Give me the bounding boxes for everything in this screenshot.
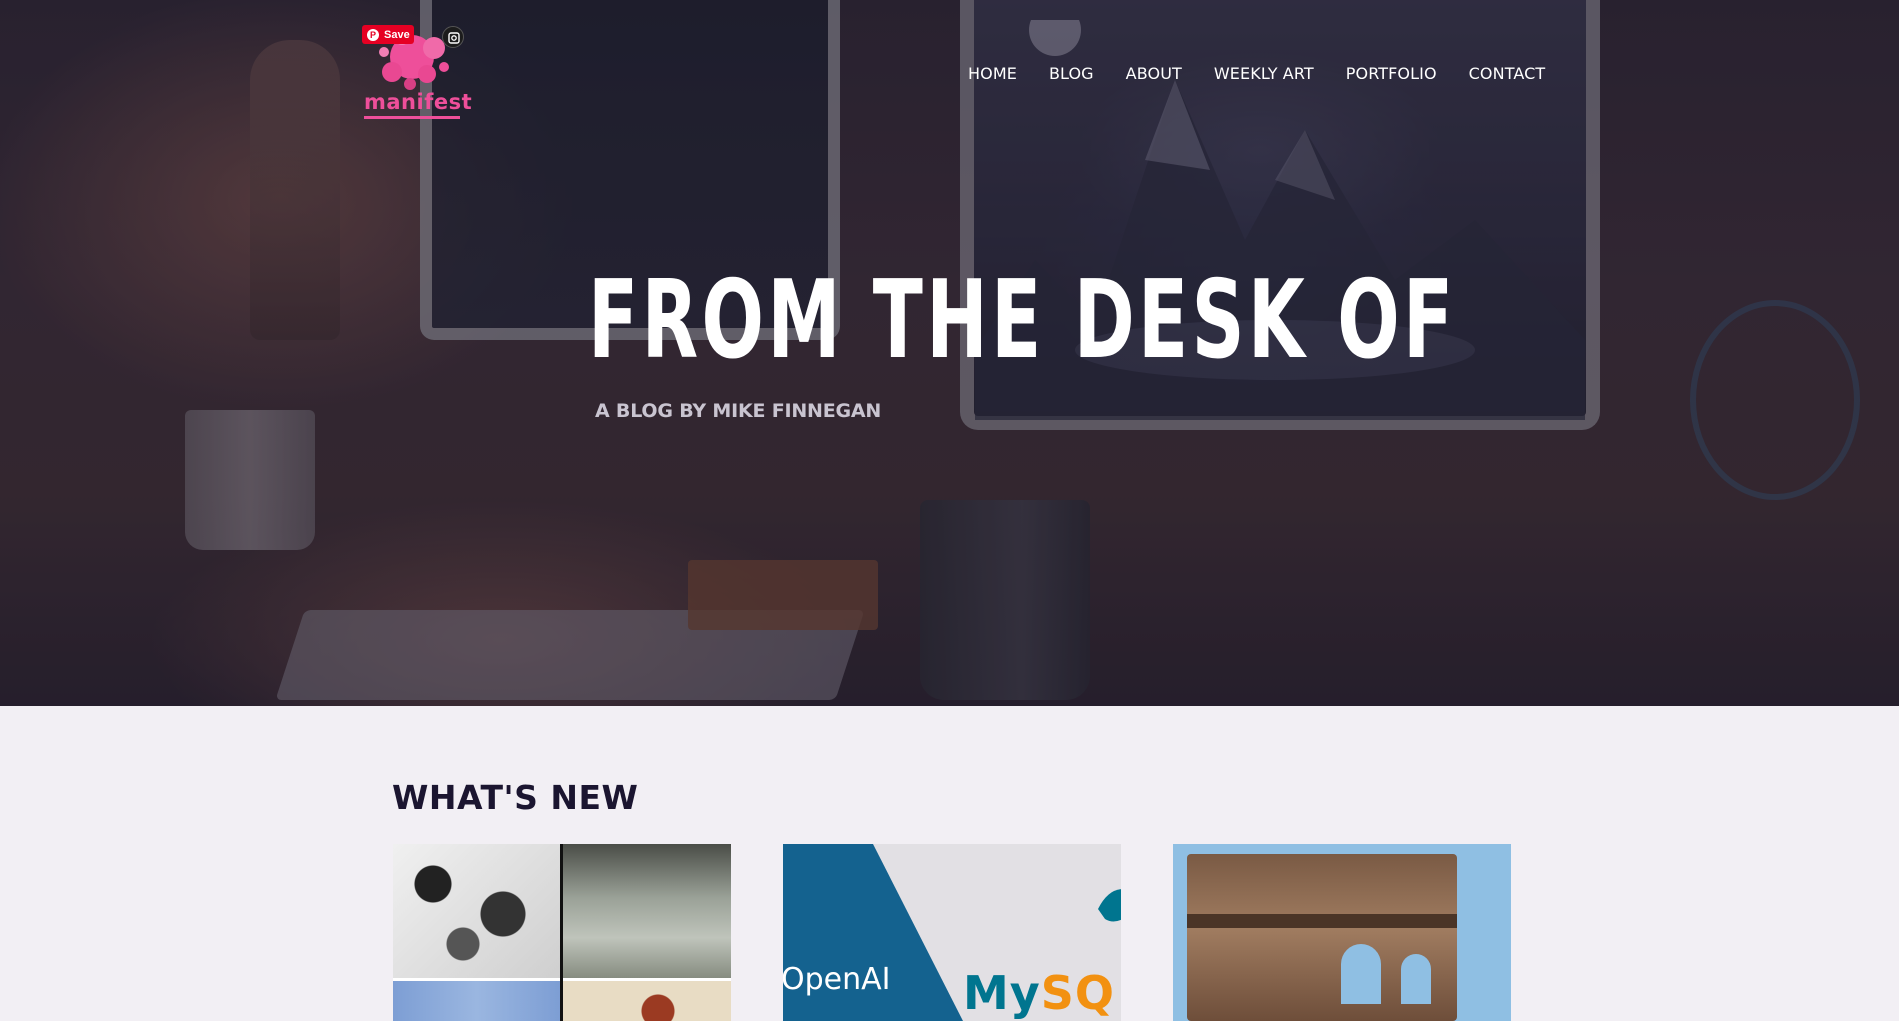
art-collage-image-4: [563, 981, 731, 1021]
mysql-logo-text: MySQ: [963, 966, 1115, 1020]
mysql-logo-sq: SQ: [1040, 966, 1115, 1020]
nav-contact[interactable]: CONTACT: [1469, 64, 1546, 83]
hero-title: FROM THE DESK OF: [588, 258, 1457, 383]
nav-about[interactable]: ABOUT: [1126, 64, 1182, 83]
pinterest-save-label: Save: [384, 28, 410, 41]
post-card-art[interactable]: [393, 844, 731, 1021]
logo-text[interactable]: manifest: [364, 90, 472, 114]
pinterest-save-button[interactable]: P Save: [362, 25, 414, 44]
pinterest-icon: P: [367, 28, 379, 41]
nav-blog[interactable]: BLOG: [1049, 64, 1094, 83]
post-card-openai-mysql[interactable]: OpenAI MySQ: [783, 844, 1121, 1021]
section-title-whats-new: WHAT'S NEW: [392, 778, 639, 817]
mysql-logo-my: My: [963, 966, 1041, 1020]
lens-icon: [448, 32, 460, 44]
art-collage-image-2: [563, 844, 731, 978]
nav-home[interactable]: HOME: [968, 64, 1017, 83]
collage-divider: [560, 844, 563, 1021]
hero-subtitle: A BLOG BY MIKE FINNEGAN: [595, 400, 882, 422]
wooden-stocks-hole-1: [1341, 944, 1381, 1004]
art-collage-image-1: [393, 844, 560, 978]
nav-weekly-art[interactable]: WEEKLY ART: [1214, 64, 1314, 83]
wooden-stocks-hole-2: [1401, 954, 1431, 1004]
post-card-stocks[interactable]: [1173, 844, 1511, 1021]
main-nav: HOME BLOG ABOUT WEEKLY ART PORTFOLIO CON…: [968, 64, 1545, 83]
wooden-stocks-band: [1187, 914, 1457, 928]
visual-search-button[interactable]: [442, 26, 464, 48]
openai-logo-text: OpenAI: [783, 962, 891, 997]
logo-underline: [364, 116, 460, 119]
art-collage-image-3: [393, 981, 560, 1021]
nav-portfolio[interactable]: PORTFOLIO: [1346, 64, 1437, 83]
